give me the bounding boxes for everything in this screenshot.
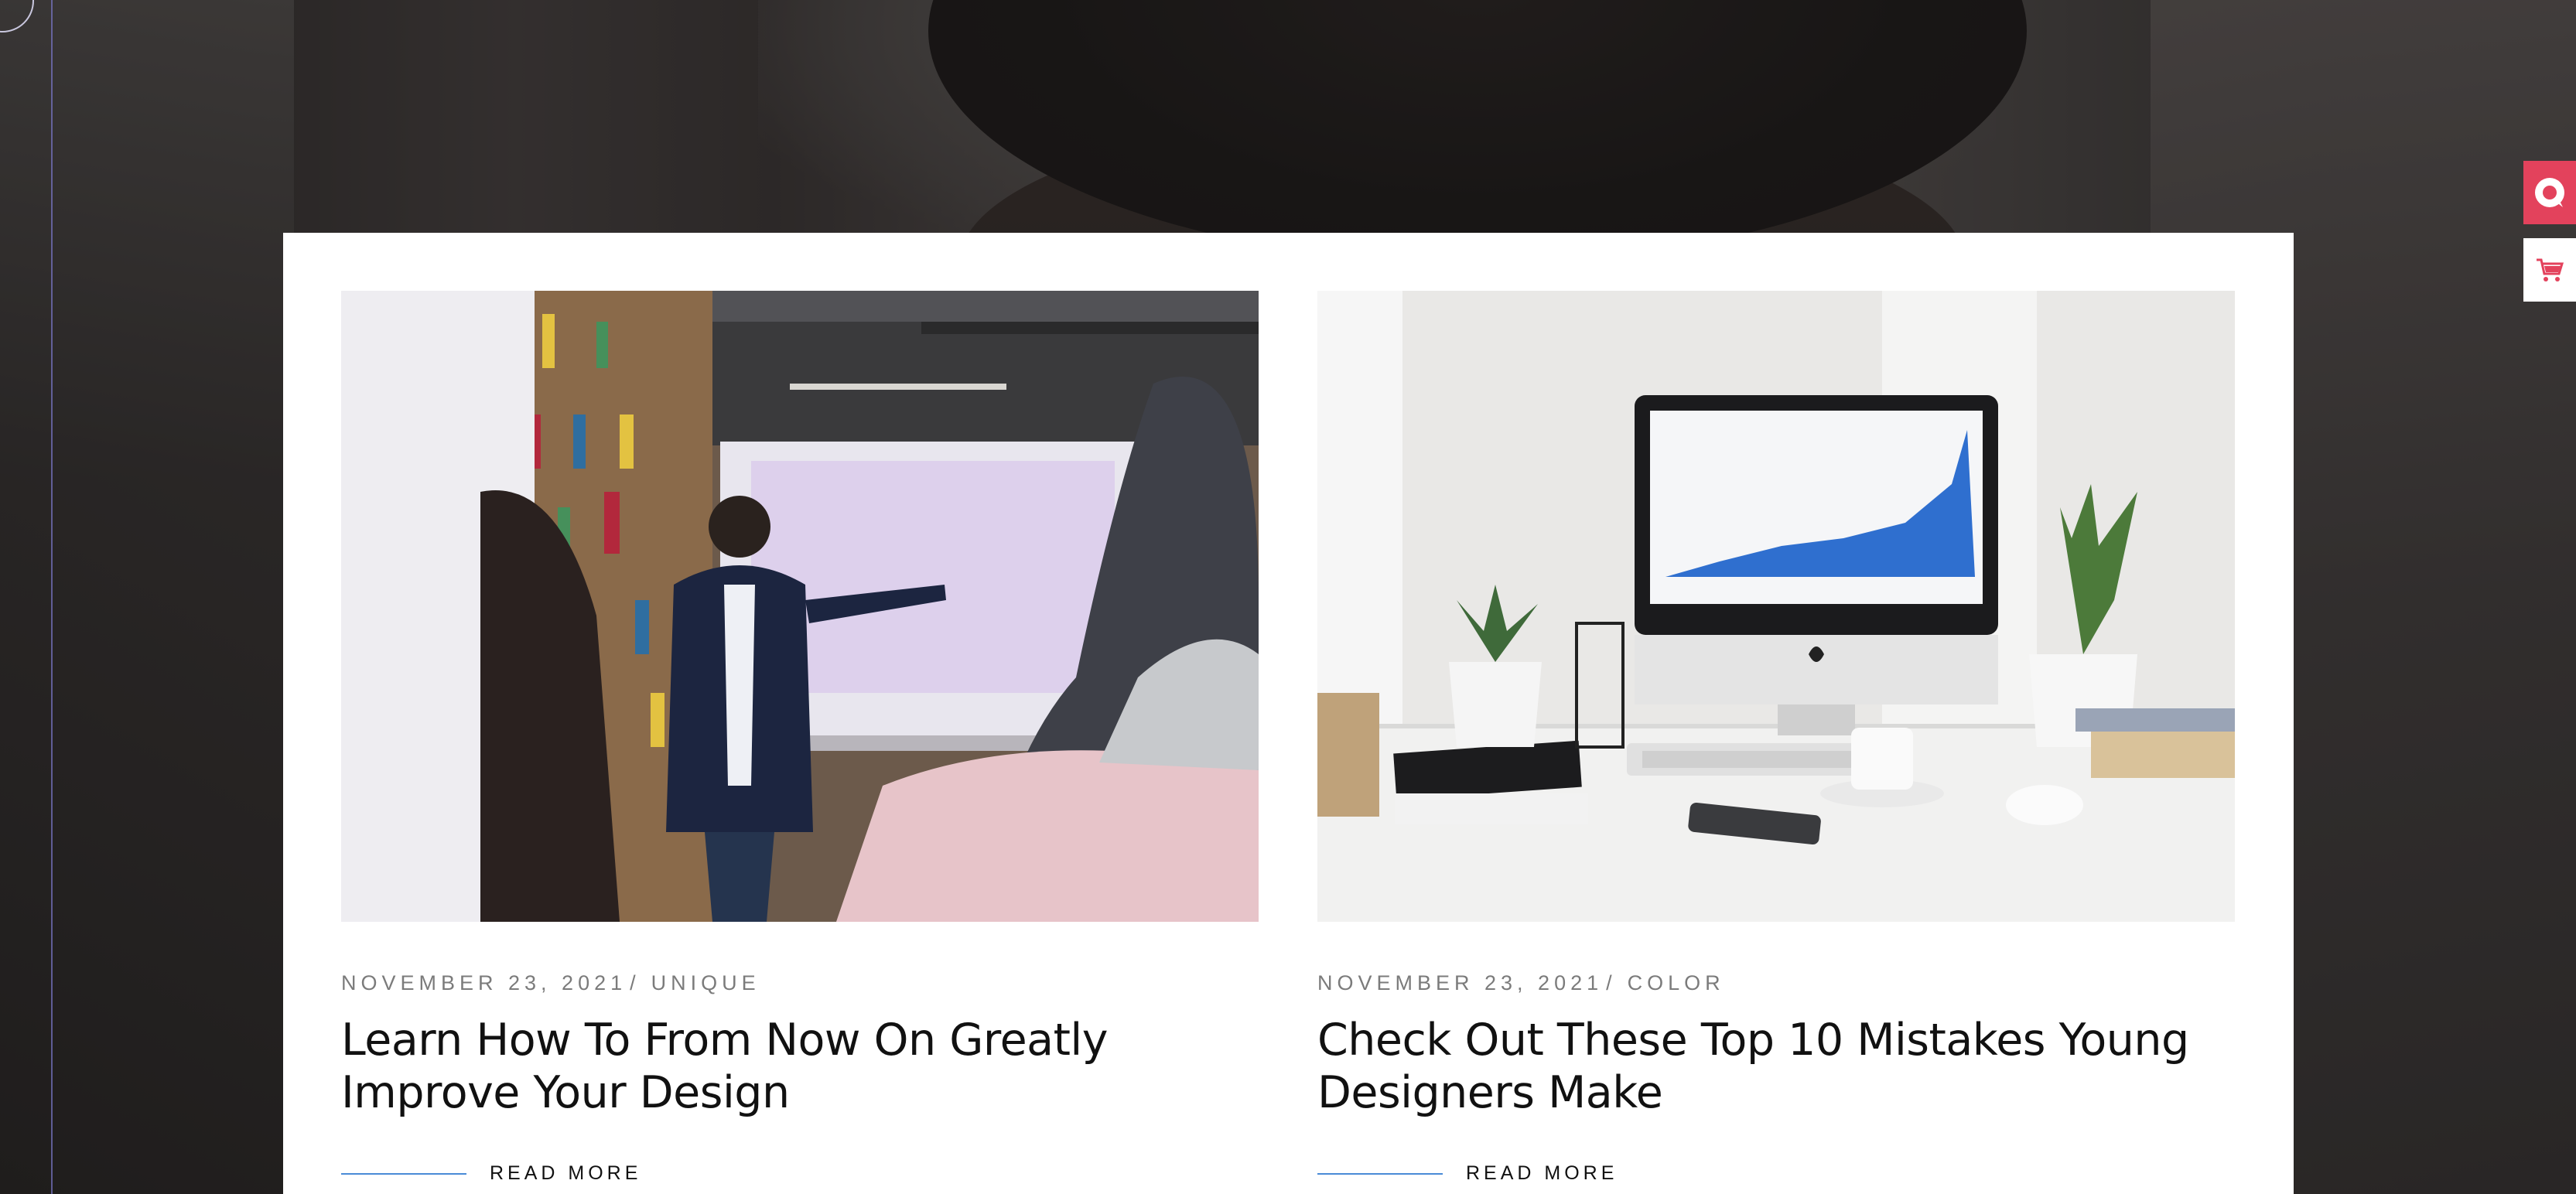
read-more-line [1317, 1172, 1443, 1175]
post-card: NOVEMBER 23, 2021/ COLOR Check Out These … [1317, 291, 2235, 1185]
chat-bubble-icon [2535, 178, 2564, 207]
meta-separator: / [630, 971, 641, 994]
post-meta: NOVEMBER 23, 2021/ COLOR [1317, 971, 2235, 995]
read-more-label: READ MORE [490, 1162, 642, 1184]
post-date: NOVEMBER 23, 2021 [341, 971, 627, 994]
post-meta: NOVEMBER 23, 2021/ UNIQUE [341, 971, 1259, 995]
read-more-link[interactable]: READ MORE [341, 1162, 1259, 1185]
blog-posts-panel: NOVEMBER 23, 2021/UNIQUE Learn How To Fr… [283, 233, 2294, 1194]
support-button[interactable] [2523, 161, 2576, 224]
vertical-guide-line [51, 0, 53, 1194]
post-thumbnail-desk[interactable] [1317, 291, 2235, 922]
cart-button[interactable] [2523, 238, 2576, 302]
post-card: NOVEMBER 23, 2021/ UNIQUE Learn How To Fr… [341, 291, 1259, 1185]
post-date: NOVEMBER 23, 2021 [1317, 971, 1604, 994]
read-more-line [341, 1172, 466, 1175]
read-more-label: READ MORE [1466, 1162, 1618, 1184]
meta-separator: / [1606, 971, 1617, 994]
post-title-link[interactable]: Check Out These Top 10 Mistakes Young De… [1317, 1014, 2235, 1119]
read-more-link[interactable]: READ MORE [1317, 1162, 2235, 1185]
post-category-link[interactable]: COLOR [1628, 971, 1725, 994]
post-title-link[interactable]: Learn How To From Now On Greatly Improve… [341, 1014, 1259, 1119]
post-thumbnail-presentation[interactable] [341, 291, 1259, 922]
shopping-cart-icon [2537, 258, 2564, 281]
post-category-link[interactable]: UNIQUE [651, 971, 760, 994]
